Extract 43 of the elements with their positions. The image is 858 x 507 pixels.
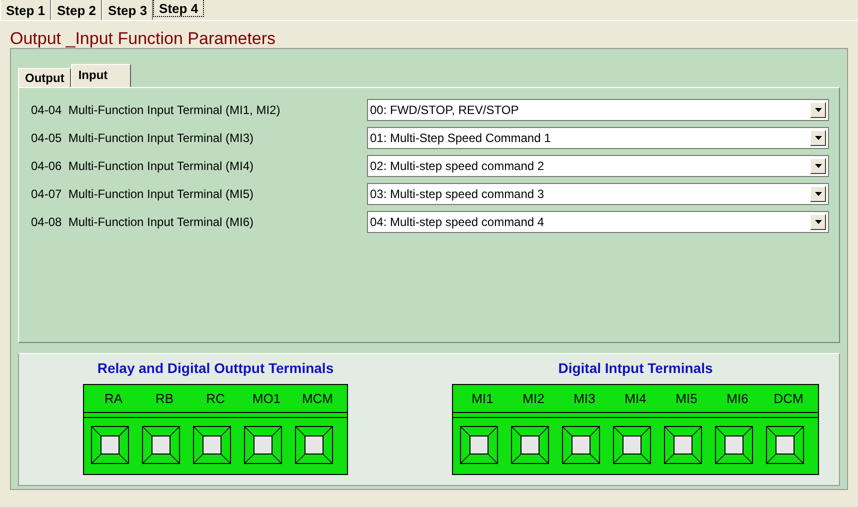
- page-title: Output _Input Function Parameters: [9, 28, 277, 48]
- terminal-screw-icon: [664, 426, 702, 464]
- terminal-screw-icon: [244, 426, 282, 464]
- parameter-dropdown[interactable]: 01: Multi-Step Speed Command 1: [367, 127, 829, 149]
- terminal-screw-icon: [460, 426, 498, 464]
- parameter-label: 04-08 Multi-Function Input Terminal (MI6): [31, 215, 255, 229]
- terminal-screw-icon: [766, 426, 804, 464]
- parameter-label: 04-07 Multi-Function Input Terminal (MI5): [31, 187, 255, 201]
- parameter-dropdown[interactable]: 04: Multi-step speed command 4: [367, 211, 829, 233]
- terminal-label: MI4: [624, 391, 648, 406]
- terminal-label: MI2: [522, 391, 546, 406]
- terminal-screw-icon: [193, 426, 231, 464]
- terminal-label: RC: [205, 391, 226, 406]
- terminal-label: DCM: [772, 391, 804, 406]
- terminal-label: MI6: [726, 391, 750, 406]
- step-tab[interactable]: Step 4: [153, 0, 204, 17]
- parameter-label: 04-06 Multi-Function Input Terminal (MI4): [31, 159, 255, 173]
- terminal-group-title: Relay and Digital Outtput Terminals: [97, 360, 334, 378]
- terminal-screw-icon: [562, 426, 600, 464]
- terminal-group-title: Digital Intput Terminals: [558, 360, 713, 378]
- terminal-screw-icon: [142, 426, 180, 464]
- terminal-screw-icon: [91, 426, 129, 464]
- parameter-label: 04-05 Multi-Function Input Terminal (MI3): [31, 131, 255, 145]
- parameter-dropdown[interactable]: 00: FWD/STOP, REV/STOP: [367, 99, 829, 121]
- parameter-label: 04-04 Multi-Function Input Terminal (MI1, MI2): [31, 103, 282, 117]
- parameter-dropdown[interactable]: 02: Multi-step speed command 2: [367, 155, 829, 177]
- step-tab[interactable]: Step 2: [51, 0, 102, 20]
- sub-tab[interactable]: Output: [18, 68, 72, 87]
- parameter-dropdown[interactable]: 03: Multi-step speed command 3: [367, 183, 829, 205]
- terminal-label: MI5: [674, 391, 698, 406]
- sub-tab[interactable]: Input: [71, 64, 131, 87]
- terminal-label: MI3: [572, 391, 596, 406]
- step-tab[interactable]: Step 3: [102, 0, 154, 20]
- terminal-screw-icon: [295, 426, 333, 464]
- terminal-label: MO1: [251, 391, 282, 406]
- terminal-label: MI1: [470, 391, 494, 406]
- terminal-screw-icon: [511, 426, 549, 464]
- step-tab[interactable]: Step 1: [0, 0, 52, 20]
- terminal-screw-icon: [715, 426, 753, 464]
- terminal-label: RA: [103, 391, 124, 406]
- terminal-screw-icon: [613, 426, 651, 464]
- terminal-label: RB: [154, 391, 175, 406]
- terminal-label: MCM: [300, 391, 334, 406]
